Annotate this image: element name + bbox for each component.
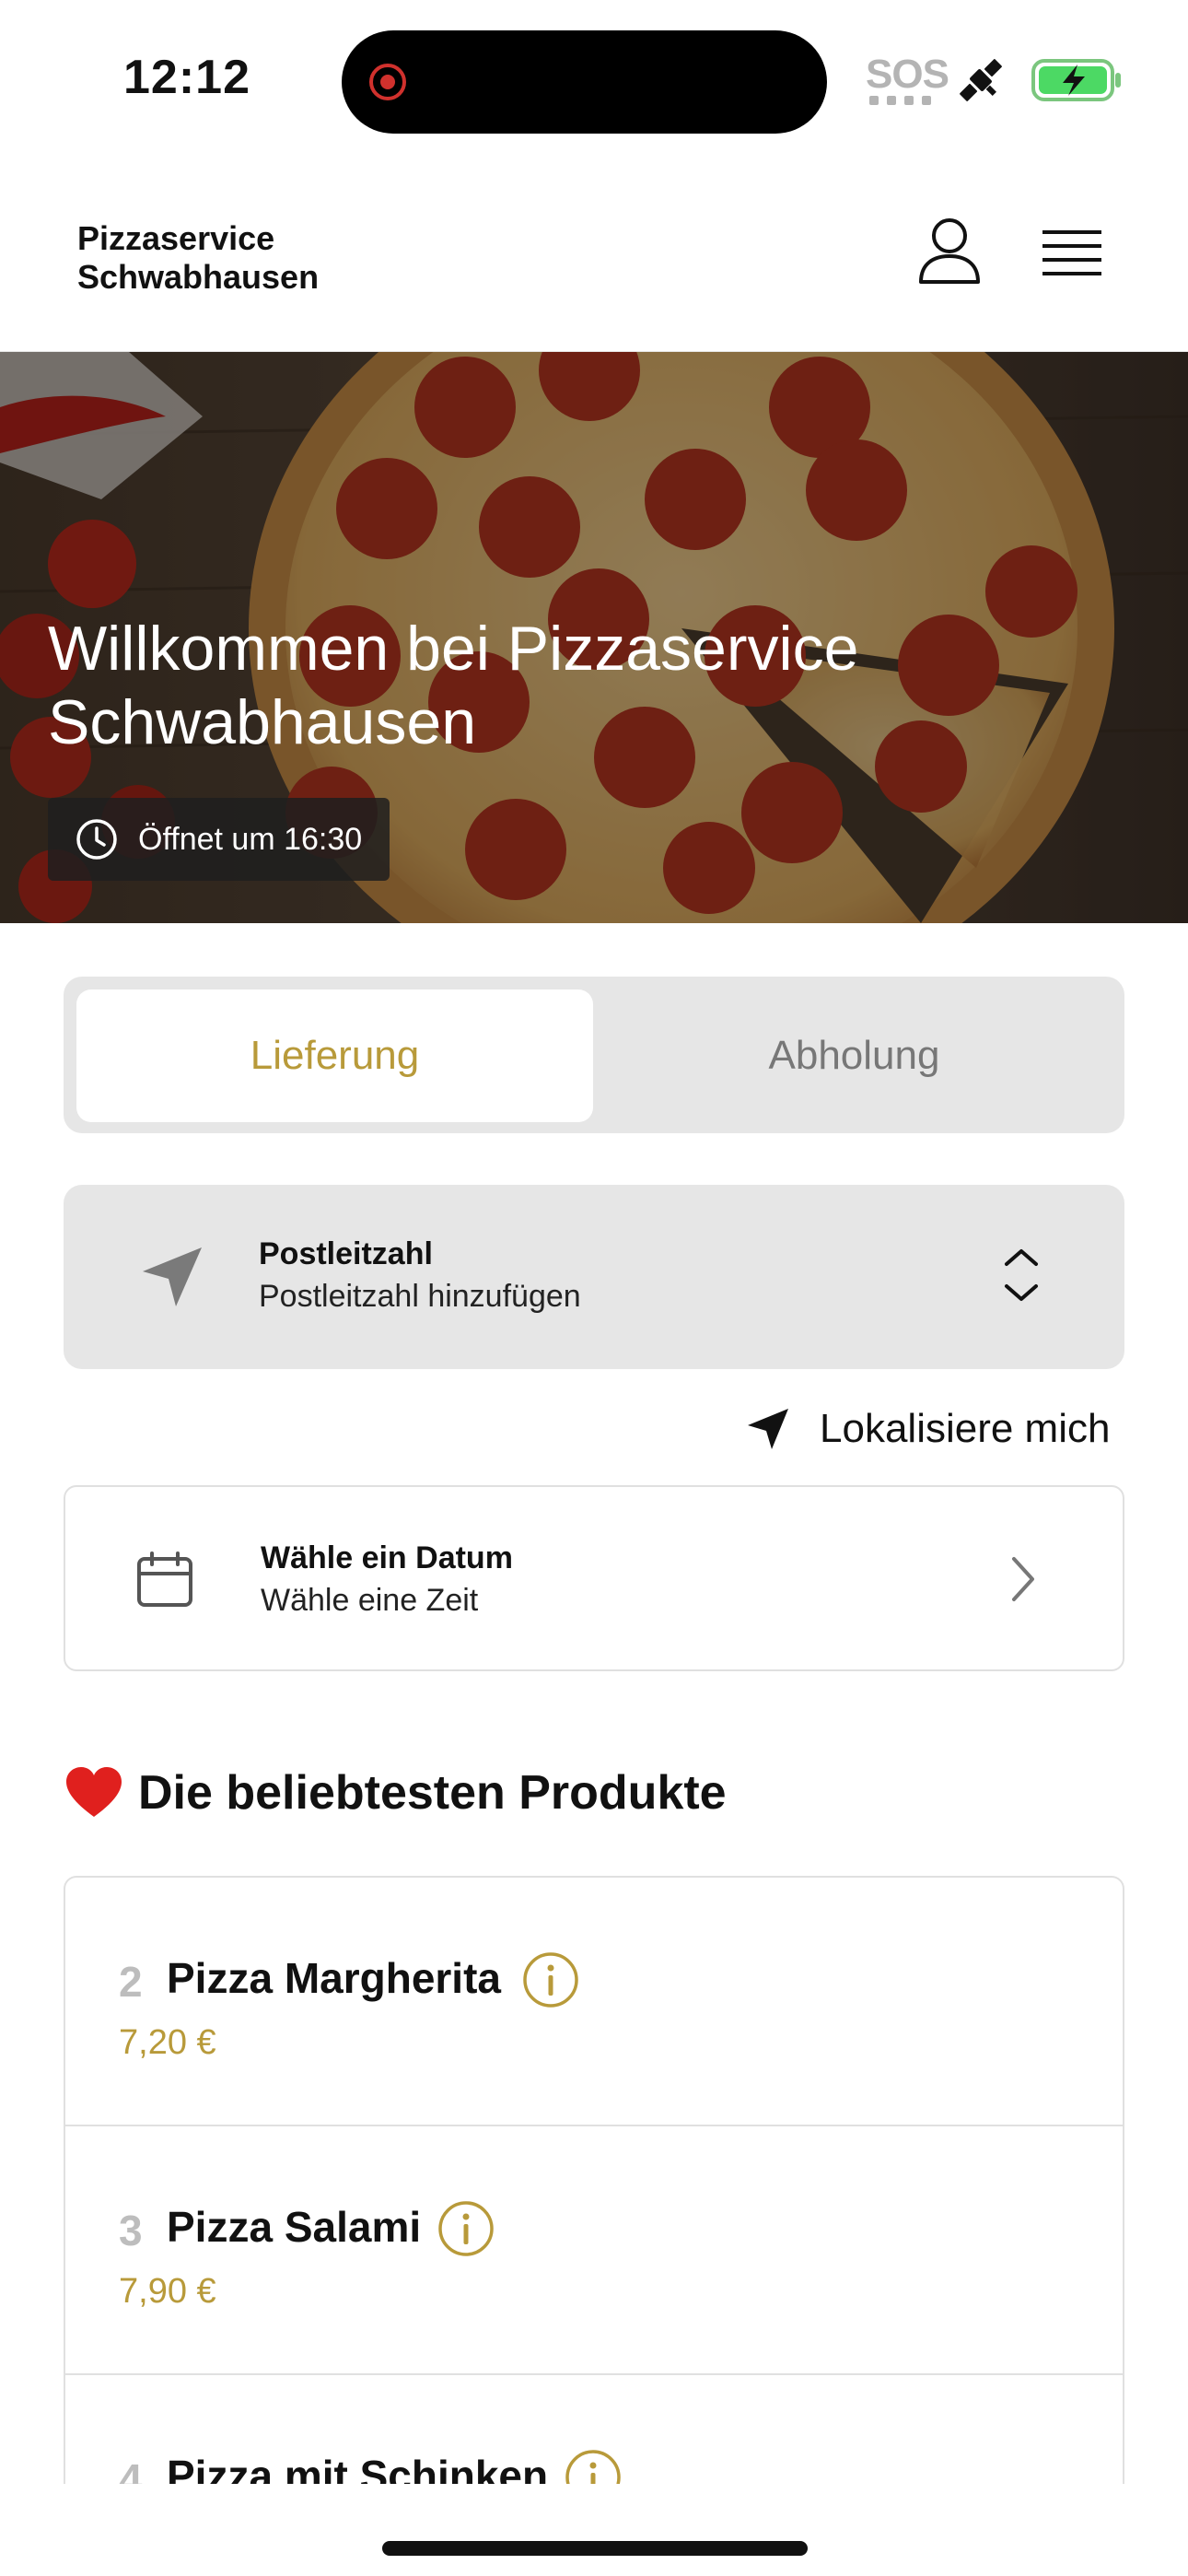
clock-icon bbox=[76, 819, 117, 860]
sos-indicator: SOS bbox=[866, 52, 949, 97]
dynamic-island bbox=[342, 30, 827, 134]
heart-icon bbox=[66, 1767, 122, 1817]
brand-line-1: Pizzaservice bbox=[77, 219, 275, 257]
user-icon[interactable] bbox=[917, 216, 982, 286]
locate-me-label: Lokalisiere mich bbox=[820, 1406, 1111, 1451]
menu-icon[interactable] bbox=[1042, 228, 1101, 276]
product-number: 4 bbox=[119, 2455, 143, 2484]
info-icon[interactable] bbox=[437, 2200, 495, 2257]
welcome-title-line-2: Schwabhausen bbox=[48, 687, 477, 757]
location-arrow-icon bbox=[143, 1247, 202, 1306]
chevron-right-icon bbox=[1012, 1557, 1034, 1601]
date-label: Wähle ein Datum bbox=[261, 1540, 513, 1575]
signal-dots-icon bbox=[869, 96, 931, 105]
product-price: 7,20 € bbox=[119, 2023, 216, 2062]
product-name: Pizza Margherita bbox=[167, 1954, 501, 2002]
popular-products-title: Die beliebtesten Produkte bbox=[138, 1766, 727, 1820]
tab-pickup[interactable]: Abholung bbox=[596, 989, 1112, 1122]
product-item[interactable]: 3 Pizza Salami 7,90 € bbox=[65, 2126, 1123, 2375]
product-number: 2 bbox=[119, 1958, 143, 2006]
product-name: Pizza Salami bbox=[167, 2203, 422, 2251]
location-arrow-icon bbox=[748, 1409, 788, 1449]
postal-code-field[interactable]: Postleitzahl Postleitzahl hinzufügen bbox=[64, 1185, 1124, 1369]
app-header: Pizzaservice Schwabhausen bbox=[0, 157, 1188, 352]
product-item[interactable]: 2 Pizza Margherita 7,20 € bbox=[65, 1878, 1123, 2126]
opening-hours-badge: Öffnet um 16:30 bbox=[48, 798, 390, 881]
postal-code-placeholder: Postleitzahl hinzufügen bbox=[259, 1279, 581, 1314]
bottom-safe-area bbox=[0, 2484, 1188, 2576]
postal-code-label: Postleitzahl bbox=[259, 1236, 433, 1271]
popular-products-heading: Die beliebtesten Produkte bbox=[64, 1765, 727, 1821]
home-indicator[interactable] bbox=[382, 2541, 808, 2556]
hero-banner: Willkommen bei Pizzaservice Schwabhausen… bbox=[0, 352, 1188, 923]
battery-charging-icon bbox=[1031, 59, 1121, 101]
calendar-icon bbox=[137, 1551, 192, 1607]
product-number: 3 bbox=[119, 2207, 143, 2254]
recording-dot-icon bbox=[369, 64, 406, 100]
product-price: 7,90 € bbox=[119, 2272, 216, 2311]
info-icon[interactable] bbox=[565, 2449, 622, 2484]
order-mode-toggle: Lieferung Abholung bbox=[64, 977, 1124, 1133]
tab-delivery[interactable]: Lieferung bbox=[76, 989, 593, 1122]
locate-me-button[interactable]: Lokalisiere mich bbox=[746, 1397, 1110, 1461]
welcome-title-line-1: Willkommen bei Pizzaservice bbox=[48, 614, 859, 684]
chevron-up-down-icon bbox=[1005, 1249, 1038, 1301]
info-icon[interactable] bbox=[522, 1951, 579, 2008]
product-list: 2 Pizza Margherita 7,20 € 3 Pizza Salami… bbox=[64, 1876, 1124, 2484]
product-item[interactable]: 4 Pizza mit Schinken bbox=[65, 2375, 1123, 2484]
date-time-picker[interactable]: Wähle ein Datum Wähle eine Zeit bbox=[64, 1485, 1124, 1671]
welcome-title: Willkommen bei Pizzaservice Schwabhausen bbox=[48, 612, 1153, 759]
brand-line-2: Schwabhausen bbox=[77, 258, 320, 296]
status-bar: 12:12 SOS bbox=[0, 0, 1188, 157]
opening-hours-text: Öffnet um 16:30 bbox=[138, 821, 363, 857]
status-time: 12:12 bbox=[123, 51, 250, 104]
satellite-icon bbox=[960, 59, 1002, 101]
product-name: Pizza mit Schinken bbox=[167, 2452, 549, 2484]
brand-name[interactable]: Pizzaservice Schwabhausen bbox=[77, 219, 319, 297]
time-label: Wähle eine Zeit bbox=[261, 1583, 479, 1618]
